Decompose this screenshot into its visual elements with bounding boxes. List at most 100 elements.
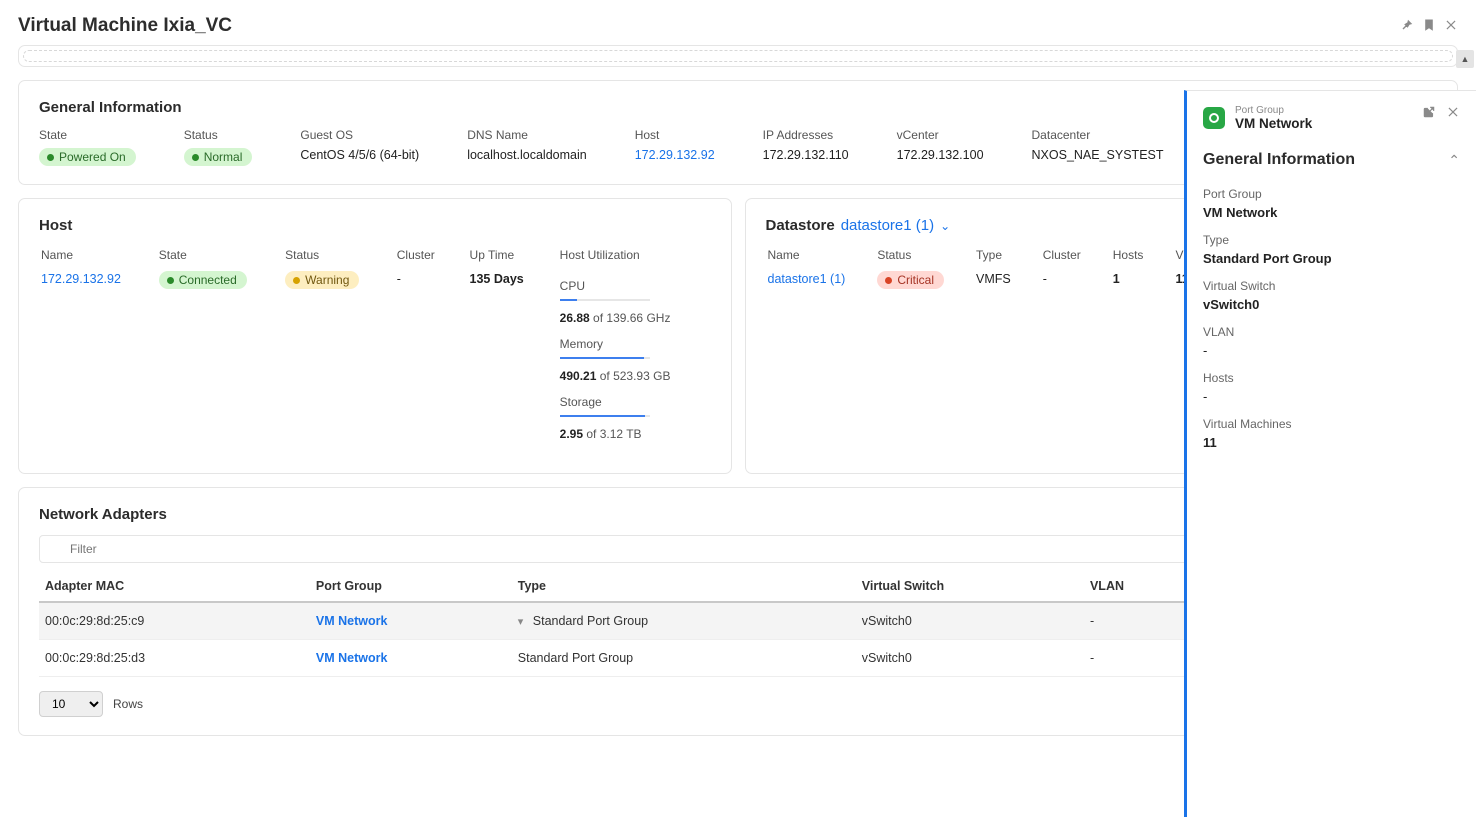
side-field: Virtual Switch vSwitch0	[1203, 279, 1460, 312]
side-field-label: Virtual Machines	[1203, 417, 1460, 431]
popout-icon[interactable]	[1422, 105, 1436, 122]
cell-portgroup-link[interactable]: VM Network	[316, 651, 388, 665]
label-host: Host	[635, 128, 715, 142]
ds-name-link[interactable]: datastore1 (1)	[768, 272, 846, 286]
close-side-icon[interactable]	[1446, 105, 1460, 122]
side-field: VLAN -	[1203, 325, 1460, 358]
side-field-value: vSwitch0	[1203, 297, 1460, 312]
side-field-value: 11	[1203, 435, 1460, 450]
side-field: Type Standard Port Group	[1203, 233, 1460, 266]
value-dc: NXOS_NAE_SYSTEST	[1032, 148, 1164, 162]
th-mac[interactable]: Adapter MAC	[39, 571, 310, 602]
pin-icon[interactable]	[1400, 18, 1414, 35]
ds-type-value: VMFS	[976, 272, 1011, 286]
datastore-title: Datastore	[766, 217, 835, 234]
rows-per-page-select[interactable]: 10	[39, 691, 103, 717]
ds-hosts-value: 1	[1113, 272, 1120, 286]
th-vlan[interactable]: VLAN	[1084, 571, 1195, 602]
datastore-selector[interactable]: datastore1 (1)	[841, 217, 934, 234]
label-guestos: Guest OS	[300, 128, 419, 142]
side-field-value: -	[1203, 389, 1460, 404]
host-status-label: Status	[285, 248, 367, 262]
host-name-link[interactable]: 172.29.132.92	[41, 272, 121, 286]
ds-status-label: Status	[877, 248, 944, 262]
cell-type: Standard Port Group	[512, 640, 856, 677]
side-field: Virtual Machines 11	[1203, 417, 1460, 450]
value-guestos: CentOS 4/5/6 (64-bit)	[300, 148, 419, 162]
ds-hosts-label: Hosts	[1113, 248, 1144, 262]
portgroup-icon	[1203, 107, 1225, 129]
side-field-label: Virtual Switch	[1203, 279, 1460, 293]
side-field-value: -	[1203, 343, 1460, 358]
page-title: Virtual Machine Ixia_VC	[18, 15, 232, 37]
side-field-label: Port Group	[1203, 187, 1460, 201]
label-vcenter: vCenter	[897, 128, 984, 142]
cell-type: ▾ Standard Port Group	[512, 602, 856, 640]
cpu-text: 26.88 of 139.66 GHz	[560, 311, 681, 325]
side-field-label: Type	[1203, 233, 1460, 247]
cell-vlan: -	[1084, 640, 1195, 677]
bookmark-icon[interactable]	[1422, 18, 1436, 35]
ds-cluster-label: Cluster	[1043, 248, 1081, 262]
value-dns: localhost.localdomain	[467, 148, 587, 162]
th-vswitch[interactable]: Virtual Switch	[856, 571, 1084, 602]
ds-name-label: Name	[768, 248, 846, 262]
scroll-up-button[interactable]: ▲	[1456, 50, 1474, 68]
stor-label: Storage	[560, 395, 681, 409]
side-field-value: Standard Port Group	[1203, 251, 1460, 266]
chevron-down-icon[interactable]: ⌄	[940, 219, 950, 233]
host-uptime-value: 135 Days	[470, 272, 524, 286]
label-state: State	[39, 128, 136, 142]
chevron-up-icon[interactable]: ⌃	[1448, 152, 1460, 169]
badge-status: Normal	[184, 148, 253, 166]
host-card: Host Name State Status Cluster Up Time H…	[18, 198, 732, 474]
ds-cluster-value: -	[1043, 272, 1047, 286]
mem-label: Memory	[560, 337, 681, 351]
cpu-bar	[560, 299, 650, 301]
label-dc: Datacenter	[1032, 128, 1164, 142]
side-field-label: VLAN	[1203, 325, 1460, 339]
cpu-label: CPU	[560, 279, 681, 293]
host-cluster-label: Cluster	[397, 248, 440, 262]
th-portgroup[interactable]: Port Group	[310, 571, 512, 602]
close-icon[interactable]	[1444, 18, 1458, 35]
side-panel: Port Group VM Network General Informatio…	[1184, 90, 1476, 817]
cell-mac: 00:0c:29:8d:25:c9	[39, 602, 310, 640]
cell-mac: 00:0c:29:8d:25:d3	[39, 640, 310, 677]
host-status-badge: Warning	[285, 271, 359, 289]
dashed-placeholder	[23, 50, 1453, 62]
host-state-badge: Connected	[159, 271, 247, 289]
th-type[interactable]: Type	[512, 571, 856, 602]
rows-label: Rows	[113, 697, 143, 711]
filter-icon[interactable]: ▾	[518, 616, 530, 628]
value-vcenter: 172.29.132.100	[897, 148, 984, 162]
side-breadcrumb: Port Group	[1235, 105, 1312, 116]
host-uptime-label: Up Time	[470, 248, 530, 262]
link-host[interactable]: 172.29.132.92	[635, 148, 715, 162]
mem-bar	[560, 357, 650, 359]
ds-type-label: Type	[976, 248, 1011, 262]
value-ip: 172.29.132.110	[763, 148, 849, 162]
label-dns: DNS Name	[467, 128, 587, 142]
cell-vswitch: vSwitch0	[856, 640, 1084, 677]
stor-text: 2.95 of 3.12 TB	[560, 427, 681, 441]
host-state-label: State	[159, 248, 255, 262]
badge-state: Powered On	[39, 148, 136, 166]
side-title: VM Network	[1235, 116, 1312, 131]
label-status: Status	[184, 128, 253, 142]
side-field-value: VM Network	[1203, 205, 1460, 220]
cell-portgroup-link[interactable]: VM Network	[316, 614, 388, 628]
side-field: Port Group VM Network	[1203, 187, 1460, 220]
ds-status-badge: Critical	[877, 271, 944, 289]
host-util-label: Host Utilization	[560, 248, 681, 262]
label-ip: IP Addresses	[763, 128, 849, 142]
side-field: Hosts -	[1203, 371, 1460, 404]
cell-vlan: -	[1084, 602, 1195, 640]
side-field-label: Hosts	[1203, 371, 1460, 385]
host-name-label: Name	[41, 248, 129, 262]
side-section-title: General Information	[1203, 151, 1355, 169]
host-title: Host	[39, 217, 711, 234]
cell-vswitch: vSwitch0	[856, 602, 1084, 640]
stor-bar	[560, 415, 650, 417]
mem-text: 490.21 of 523.93 GB	[560, 369, 681, 383]
